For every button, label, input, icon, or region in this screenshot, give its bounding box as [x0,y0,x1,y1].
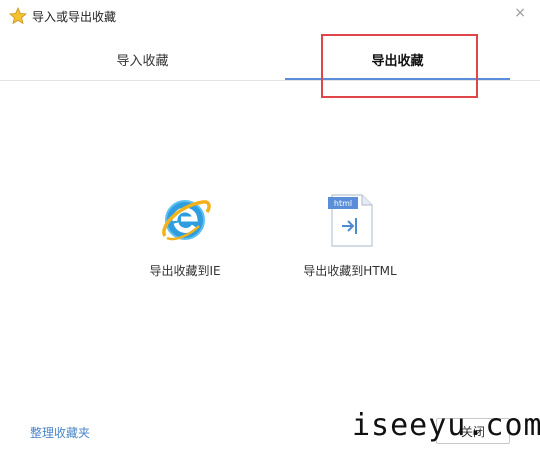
close-icon[interactable]: × [514,5,526,21]
star-icon [9,7,27,25]
close-button[interactable]: 关闭 [436,418,510,444]
export-to-ie-option[interactable]: 导出收藏到IE [135,192,235,279]
export-to-ie-label: 导出收藏到IE [149,264,221,278]
manage-favorites-link[interactable]: 整理收藏夹 [30,424,90,441]
export-to-html-label: 导出收藏到HTML [303,264,397,278]
title-bar: 导入或导出收藏 × [0,0,540,32]
internet-explorer-icon [162,200,211,241]
html-badge-text: html [334,199,352,208]
html-file-icon: html [328,194,373,247]
window-title: 导入或导出收藏 [32,10,117,24]
tab-import[interactable]: 导入收藏 [0,44,285,79]
export-to-html-option[interactable]: html 导出收藏到HTML [295,192,405,279]
annotation-highlight-box [321,34,478,98]
